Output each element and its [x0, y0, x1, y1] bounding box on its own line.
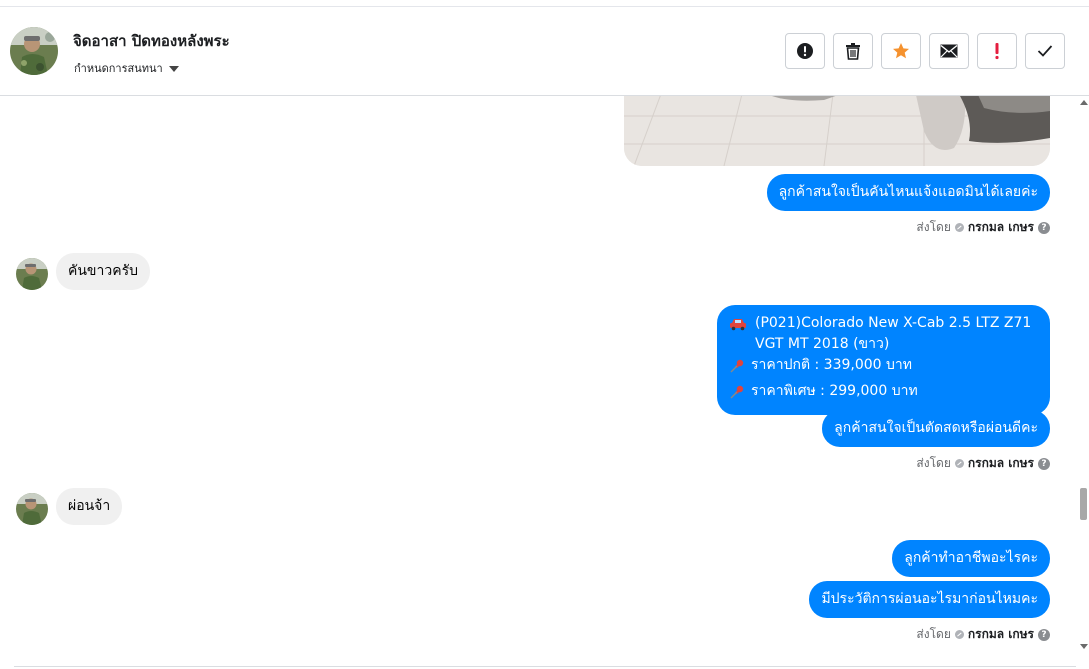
- composer-divider: [14, 666, 1076, 667]
- scroll-up-arrow-icon[interactable]: [1080, 100, 1088, 105]
- conversation-label: กำหนดการสนทนา: [74, 62, 163, 75]
- outgoing-message: ลูกค้าสนใจเป็นตัดสดหรือผ่อนดีคะ: [822, 410, 1050, 447]
- report-button[interactable]: [785, 33, 825, 69]
- star-icon: [893, 43, 909, 59]
- scroll-down-arrow-icon[interactable]: [1080, 644, 1088, 649]
- pushpin-icon: [729, 355, 751, 381]
- incoming-message: คันขาวครับ: [56, 253, 150, 290]
- conversation-header: จิดอาสา ปิดทองหลังพระ กำหนดการสนทนา: [0, 7, 1089, 96]
- user-name[interactable]: จิดอาสา ปิดทองหลังพระ: [73, 29, 230, 53]
- sent-by-prefix: ส่งโดย: [916, 627, 951, 641]
- trash-icon: [846, 43, 860, 60]
- sender-name: กรกมล เกษร: [967, 220, 1034, 234]
- conversation-menu[interactable]: กำหนดการสนทนา: [74, 59, 179, 77]
- sender-avatar[interactable]: [16, 258, 48, 290]
- sent-by-info: ส่งโดย กรกมล เกษร ?: [916, 625, 1050, 644]
- help-icon[interactable]: ?: [1038, 221, 1050, 234]
- check-icon: [1037, 45, 1053, 57]
- mail-button[interactable]: [929, 33, 969, 69]
- message-thread: ลูกค้าสนใจเป็นคันไหนแจ้งแอดมินได้เลยค่ะ …: [0, 96, 1079, 666]
- delete-button[interactable]: [833, 33, 873, 69]
- car-icon: [729, 313, 755, 338]
- outgoing-message: ลูกค้าสนใจเป็นคันไหนแจ้งแอดมินได้เลยค่ะ: [766, 174, 1050, 211]
- sent-by-prefix: ส่งโดย: [916, 456, 951, 470]
- car-photo[interactable]: [624, 96, 1050, 166]
- incoming-message: ผ่อนจ้า: [56, 488, 123, 525]
- price-normal: ราคาปกติ : 339,000 บาท: [751, 357, 912, 373]
- sender-avatar[interactable]: [16, 493, 48, 525]
- verified-icon: [954, 459, 964, 468]
- product-title-line1: (P021)Colorado New X-Cab 2.5 LTZ Z71: [755, 315, 1032, 331]
- help-icon[interactable]: ?: [1038, 628, 1050, 641]
- scroll-thumb[interactable]: [1080, 488, 1087, 520]
- scrollbar[interactable]: [1079, 96, 1089, 669]
- sender-name: กรกมล เกษร: [967, 456, 1034, 470]
- important-button[interactable]: [977, 33, 1017, 69]
- star-button[interactable]: [881, 33, 921, 69]
- outgoing-message: มีประวัติการผ่อนอะไรมาก่อนไหมคะ: [809, 581, 1050, 618]
- envelope-icon: [940, 44, 958, 58]
- sent-by-prefix: ส่งโดย: [916, 220, 951, 234]
- caret-down-icon: [168, 66, 179, 72]
- product-title-line2: VGT MT 2018 (ขาว): [755, 336, 890, 352]
- price-special: ราคาพิเศษ : 299,000 บาท: [751, 383, 918, 399]
- user-avatar[interactable]: [10, 27, 58, 75]
- product-card-message: (P021)Colorado New X-Cab 2.5 LTZ Z71 VGT…: [717, 305, 1050, 415]
- done-button[interactable]: [1025, 33, 1065, 69]
- sender-name: กรกมล เกษร: [967, 627, 1034, 641]
- top-edge: [0, 0, 1089, 7]
- outgoing-message: ลูกค้าทำอาชีพอะไรคะ: [892, 540, 1050, 577]
- sent-by-info: ส่งโดย กรกมล เกษร ?: [916, 454, 1050, 473]
- verified-icon: [954, 223, 964, 232]
- verified-icon: [954, 630, 964, 639]
- action-toolbar: [785, 33, 1065, 69]
- pushpin-icon: [729, 381, 751, 407]
- sent-by-info: ส่งโดย กรกมล เกษร ?: [916, 218, 1050, 237]
- help-icon[interactable]: ?: [1038, 457, 1050, 470]
- exclamation-circle-icon: [797, 43, 813, 59]
- exclamation-icon: [995, 43, 999, 60]
